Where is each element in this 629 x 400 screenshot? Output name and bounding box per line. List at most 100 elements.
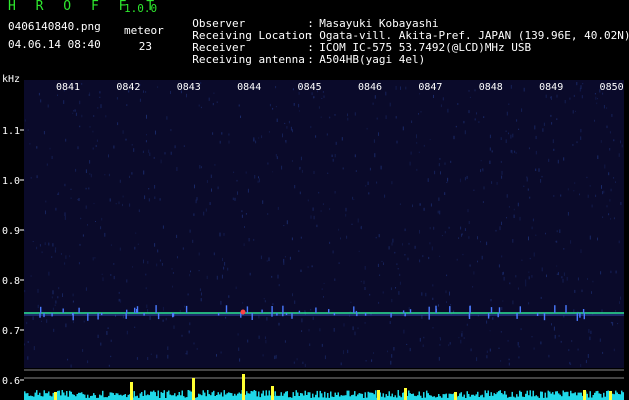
noise-speck xyxy=(322,91,324,93)
spectrum-bar xyxy=(111,392,113,400)
noise-speck xyxy=(219,232,221,237)
noise-speck xyxy=(134,246,136,250)
noise-speck xyxy=(521,259,523,261)
spectrum-bar xyxy=(340,395,342,400)
meteor-echo xyxy=(428,313,430,320)
noise-speck xyxy=(119,247,121,251)
noise-speck xyxy=(85,187,87,190)
noise-speck xyxy=(80,217,82,220)
noise-speck xyxy=(518,356,520,359)
spectrum-bar xyxy=(496,392,498,400)
noise-speck xyxy=(611,114,613,117)
spectrum-bar xyxy=(442,394,444,400)
spectrum-bar xyxy=(237,393,239,400)
noise-speck xyxy=(89,160,91,164)
noise-speck xyxy=(480,241,481,243)
spectrum-bar xyxy=(574,392,576,400)
spectrum-bar xyxy=(157,390,159,400)
noise-speck xyxy=(523,185,525,187)
noise-speck xyxy=(33,346,35,351)
noise-speck xyxy=(47,104,49,108)
spectrum-bar xyxy=(223,390,225,400)
noise-speck xyxy=(258,335,260,339)
noise-speck xyxy=(346,235,348,239)
spectrum-peak xyxy=(454,392,457,400)
meteor-echo xyxy=(364,313,367,316)
noise-speck xyxy=(446,274,448,277)
noise-speck xyxy=(378,301,380,304)
noise-speck xyxy=(556,230,558,233)
noise-speck xyxy=(48,242,50,246)
info-row-antenna: Receiving antenna: A504HB(yagi 4el) xyxy=(179,40,425,66)
noise-speck xyxy=(27,356,29,360)
noise-speck xyxy=(108,364,110,367)
noise-speck xyxy=(354,154,356,158)
spectrum-bar xyxy=(504,391,506,400)
noise-speck xyxy=(228,295,230,298)
noise-speck xyxy=(531,226,533,230)
noise-speck xyxy=(601,185,602,189)
noise-speck xyxy=(602,191,604,195)
spectrum-bar xyxy=(228,392,230,400)
noise-speck xyxy=(439,344,441,346)
meteor-echo xyxy=(87,313,89,321)
noise-speck xyxy=(535,234,537,236)
spectrum-bar xyxy=(531,396,533,400)
noise-speck xyxy=(143,259,144,264)
noise-speck xyxy=(51,256,53,258)
noise-speck xyxy=(51,296,53,299)
meteor-echo xyxy=(261,309,263,313)
noise-speck xyxy=(486,350,488,353)
meteor-echo xyxy=(487,313,490,319)
noise-speck xyxy=(266,317,268,321)
noise-speck xyxy=(423,207,425,211)
noise-speck xyxy=(458,237,460,239)
spectrum-bar xyxy=(555,391,557,400)
noise-speck xyxy=(293,361,295,364)
noise-speck xyxy=(199,165,201,169)
noise-speck xyxy=(147,357,149,360)
noise-speck xyxy=(395,287,396,289)
noise-speck xyxy=(241,210,243,213)
spectrum-bar xyxy=(163,390,165,400)
spectrum-bar xyxy=(327,393,329,400)
spectrum-bar xyxy=(168,390,170,400)
spectrum-bar xyxy=(315,394,317,400)
noise-speck xyxy=(24,119,26,122)
noise-speck xyxy=(334,191,336,194)
spectrum-bar xyxy=(361,393,363,400)
noise-speck xyxy=(241,214,243,218)
noise-speck xyxy=(331,154,333,157)
spectrum-bar xyxy=(375,390,377,400)
noise-speck xyxy=(236,179,238,182)
noise-speck xyxy=(77,199,79,201)
spectrum-bar xyxy=(439,396,441,400)
noise-speck xyxy=(145,273,147,276)
noise-speck xyxy=(590,330,592,334)
noise-speck xyxy=(580,364,582,367)
meteor-echo xyxy=(315,307,317,313)
spectrum-bar xyxy=(417,395,419,400)
noise-speck xyxy=(466,323,468,326)
spectrum-bar xyxy=(586,393,588,400)
spectrum-bar xyxy=(457,395,459,400)
noise-speck xyxy=(272,107,274,110)
noise-speck xyxy=(200,106,202,109)
spectrum-bar xyxy=(150,391,152,400)
noise-speck xyxy=(580,128,582,133)
noise-speck xyxy=(88,94,90,96)
noise-speck xyxy=(220,351,222,354)
noise-speck xyxy=(70,188,72,190)
noise-speck xyxy=(434,170,436,175)
spectrum-bar xyxy=(147,394,149,400)
spectrum-bar xyxy=(321,393,323,400)
spectrum-bar xyxy=(46,393,48,400)
noise-speck xyxy=(582,83,584,85)
noise-speck xyxy=(67,358,69,361)
noise-speck xyxy=(482,168,484,172)
noise-speck xyxy=(206,275,208,280)
meteor-echo xyxy=(497,313,499,318)
noise-speck xyxy=(613,348,615,352)
spectrum-bar xyxy=(258,391,260,400)
meteor-echo xyxy=(134,307,136,313)
